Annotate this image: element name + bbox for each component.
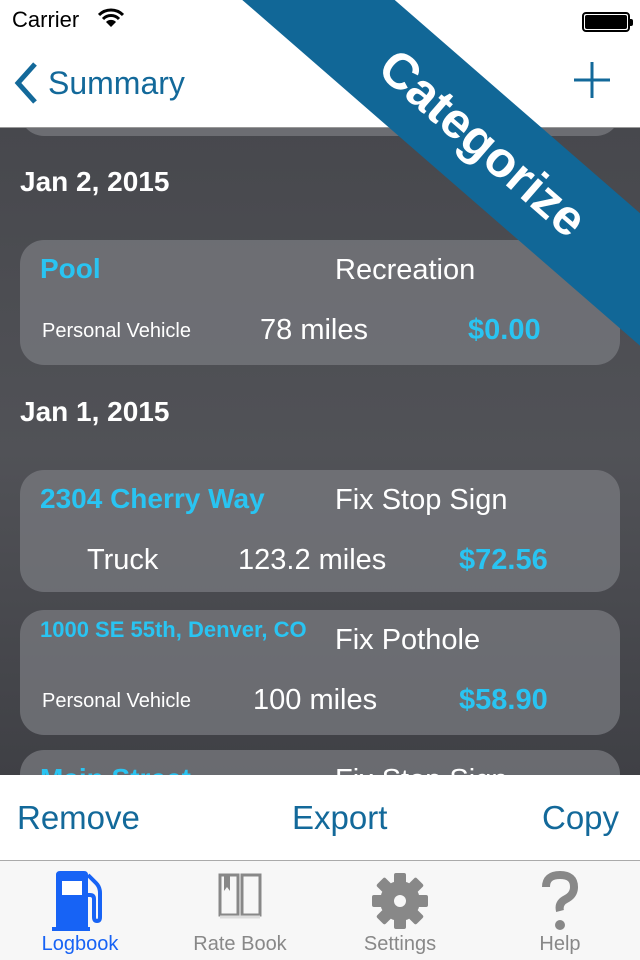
trip-card[interactable]: Pool Recreation Personal Vehicle 78 mile… (20, 240, 620, 365)
trip-vehicle: Personal Vehicle (42, 690, 191, 712)
trip-amount: $72.56 (459, 544, 548, 576)
back-label: Summary (48, 64, 185, 101)
tab-bar: Logbook Rate Book Settings Help (0, 861, 640, 960)
trip-category: Fix Stop Sign (335, 484, 508, 516)
tab-label: Rate Book (193, 933, 287, 955)
trip-category: Fix Stop Sign (335, 764, 507, 775)
copy-button[interactable]: Copy (542, 799, 619, 837)
trip-category: Fix Pothole (335, 624, 481, 656)
back-button[interactable]: Summary (14, 62, 185, 104)
plus-icon[interactable] (574, 62, 610, 98)
action-bar: Remove Export Copy (0, 775, 640, 861)
section-date: Jan 1, 2015 (20, 396, 170, 427)
export-button[interactable]: Export (292, 799, 387, 837)
trip-name: 1000 SE 55th, Denver, CO (40, 617, 307, 642)
trip-card[interactable]: Main Street Fix Stop Sign (20, 750, 620, 775)
trip-name: 2304 Cherry Way (40, 483, 265, 514)
trip-miles: 100 miles (253, 684, 378, 716)
trip-category: Recreation (335, 254, 476, 286)
section-date: Jan 2, 2015 (20, 166, 170, 197)
trip-vehicle: Personal Vehicle (42, 320, 191, 342)
remove-button[interactable]: Remove (17, 799, 140, 837)
trip-amount: $58.90 (459, 684, 548, 716)
wifi-icon (98, 8, 124, 27)
carrier-label: Carrier (12, 7, 80, 32)
tab-label: Help (539, 933, 581, 955)
trip-card[interactable]: 2304 Cherry Way Fix Stop Sign Truck 123.… (20, 470, 620, 592)
tab-label: Logbook (41, 933, 119, 955)
tab-label: Settings (363, 933, 437, 955)
gear-icon (372, 873, 428, 929)
trip-amount: $0.00 (468, 314, 541, 346)
tab-logbook[interactable]: Logbook (0, 861, 160, 960)
trip-vehicle: Truck (87, 544, 159, 576)
question-icon (542, 871, 579, 930)
trip-name: Main Street (40, 764, 310, 776)
gas-pump-icon (52, 871, 102, 931)
tab-help[interactable]: Help (480, 861, 640, 960)
trip-miles: 78 miles (260, 314, 368, 346)
tab-settings[interactable]: Settings (320, 861, 480, 960)
tab-rate-book[interactable]: Rate Book (160, 861, 320, 960)
battery-icon (582, 12, 633, 32)
book-icon (218, 873, 262, 919)
trip-miles: 123.2 miles (238, 544, 387, 576)
trip-name: Pool (40, 253, 101, 284)
chevron-left-icon (14, 62, 37, 104)
trip-card[interactable]: 1000 SE 55th, Denver, CO Fix Pothole Per… (20, 610, 620, 735)
